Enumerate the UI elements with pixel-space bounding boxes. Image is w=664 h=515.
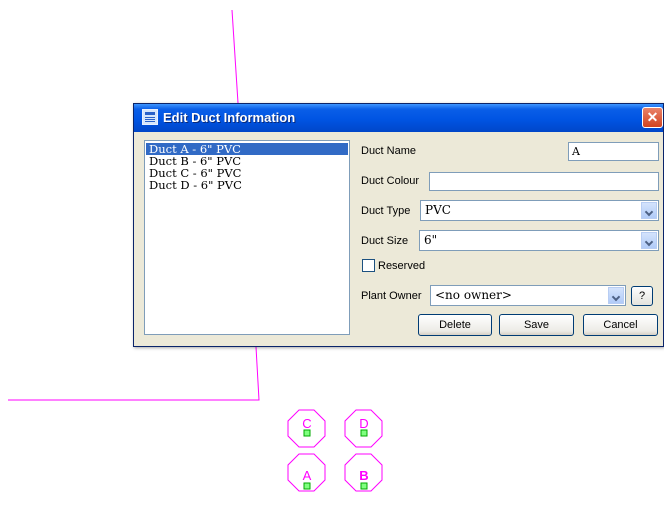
reserved-checkbox[interactable]: [362, 259, 375, 272]
duct-size-label: Duct Size: [361, 235, 409, 247]
plant-owner-value: <no owner>: [435, 288, 512, 302]
help-button[interactable]: ?: [631, 286, 653, 306]
chevron-down-icon[interactable]: [608, 287, 624, 304]
duct-size-select[interactable]: 6": [419, 230, 659, 251]
duct-name-label: Duct Name: [361, 145, 417, 157]
duct-list[interactable]: Duct A - 6" PVC Duct B - 6" PVC Duct C -…: [144, 140, 350, 335]
duct-type-select[interactable]: PVC: [420, 200, 659, 221]
duct-name-field[interactable]: A: [568, 142, 659, 161]
cable-route-line-top: [231, 9, 239, 104]
save-button[interactable]: Save: [499, 314, 574, 336]
delete-button[interactable]: Delete: [418, 314, 492, 336]
duct-list-item[interactable]: Duct D - 6" PVC: [146, 179, 348, 191]
duct-d-label: D: [359, 416, 368, 431]
cable-route-line-bottom: [8, 346, 260, 401]
duct-a-marker: [303, 482, 311, 490]
dialog-title: Edit Duct Information: [163, 110, 296, 125]
duct-type-label: Duct Type: [361, 205, 411, 217]
duct-colour-field[interactable]: [429, 172, 659, 191]
duct-size-value: 6": [424, 233, 438, 247]
duct-b-marker: [360, 482, 368, 490]
duct-a-label: A: [303, 468, 312, 483]
duct-colour-label: Duct Colour: [361, 175, 420, 187]
chevron-down-icon[interactable]: [641, 202, 657, 219]
window-icon: [142, 109, 158, 125]
plant-owner-select[interactable]: <no owner>: [430, 285, 626, 306]
duct-b-label: B: [359, 468, 368, 483]
edit-duct-dialog: Edit Duct Information ✕ Duct A - 6" PVC …: [133, 103, 664, 347]
cancel-button[interactable]: Cancel: [583, 314, 658, 336]
close-button[interactable]: ✕: [642, 107, 663, 128]
duct-c-label: C: [302, 416, 311, 431]
plant-owner-label: Plant Owner: [361, 290, 422, 302]
dialog-titlebar[interactable]: Edit Duct Information ✕: [134, 104, 663, 132]
duct-markers: [303, 429, 368, 490]
reserved-label: Reserved: [378, 260, 426, 272]
chevron-down-icon[interactable]: [641, 232, 657, 249]
duct-type-value: PVC: [425, 203, 451, 217]
